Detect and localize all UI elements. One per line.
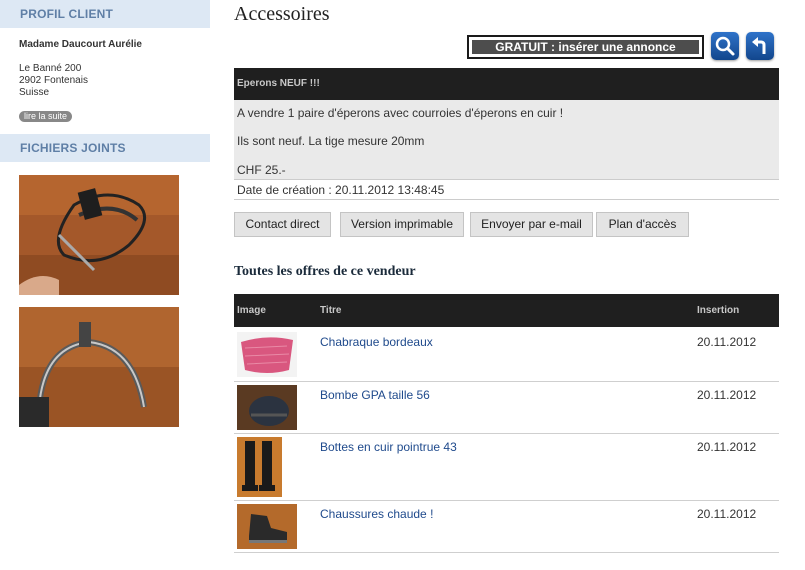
table-row[interactable]: Chabraque bordeaux 20.11.2012 — [234, 329, 779, 382]
send-email-button[interactable]: Envoyer par e-mail — [470, 212, 593, 237]
offer-image-boots[interactable] — [237, 437, 282, 497]
offer-title-link[interactable]: Chaussures chaude ! — [320, 507, 433, 521]
offer-image-helmet[interactable] — [237, 385, 297, 430]
search-button[interactable] — [711, 32, 739, 60]
ad-price: CHF 25.- — [237, 163, 286, 177]
creation-date: Date de création : 20.11.2012 13:48:45 — [237, 183, 445, 197]
page-title: Accessoires — [234, 3, 330, 25]
read-more-link[interactable]: lire la suite — [19, 111, 73, 122]
col-title: Titre — [320, 305, 342, 316]
search-icon — [715, 36, 735, 56]
printable-version-button[interactable]: Version imprimable — [340, 212, 464, 237]
insert-free-ad-label: GRATUIT : insérer une annonce — [472, 40, 699, 54]
back-arrow-icon — [752, 37, 766, 54]
offer-title-link[interactable]: Bottes en cuir pointrue 43 — [320, 440, 457, 454]
table-row[interactable]: Bombe GPA taille 56 20.11.2012 — [234, 382, 779, 434]
table-row[interactable]: Chaussures chaude ! 20.11.2012 — [234, 501, 779, 553]
ad-heading: Eperons NEUF !!! — [234, 68, 779, 100]
divider — [234, 199, 779, 200]
offer-date: 20.11.2012 — [697, 507, 757, 521]
profil-client-header: PROFIL CLIENT — [0, 0, 210, 28]
attachment-photo-2[interactable] — [19, 307, 179, 427]
seller-offers-title: Toutes les offres de ce vendeur — [234, 264, 416, 279]
col-image: Image — [237, 305, 266, 316]
address-line-2: 2902 Fontenais — [19, 75, 88, 86]
client-name: Madame Daucourt Aurélie — [19, 39, 142, 50]
offer-title-link[interactable]: Chabraque bordeaux — [320, 335, 433, 349]
insert-free-ad-button[interactable]: GRATUIT : insérer une annonce — [467, 35, 704, 59]
ad-description: A vendre 1 paire d'éperons avec courroie… — [234, 100, 779, 180]
offer-title-link[interactable]: Bombe GPA taille 56 — [320, 388, 430, 402]
sidebar: PROFIL CLIENT Madame Daucourt Aurélie Le… — [0, 0, 210, 570]
address-line-3: Suisse — [19, 87, 50, 98]
contact-direct-button[interactable]: Contact direct — [234, 212, 331, 237]
offer-date: 20.11.2012 — [697, 440, 757, 454]
offer-date: 20.11.2012 — [697, 388, 757, 402]
offer-date: 20.11.2012 — [697, 335, 757, 349]
offer-image-saddle-pad[interactable] — [237, 332, 297, 377]
attachment-photo-1[interactable] — [19, 175, 179, 295]
address-line-1: Le Banné 200 — [19, 63, 82, 74]
fichiers-joints-header: FICHIERS JOINTS — [0, 134, 210, 162]
offers-table-header: Image Titre Insertion — [234, 294, 779, 327]
back-button[interactable] — [746, 32, 774, 60]
ad-line-2: Ils sont neuf. La tige mesure 20mm — [237, 134, 425, 148]
access-map-button[interactable]: Plan d'accès — [596, 212, 689, 237]
offer-image-shoes[interactable] — [237, 504, 297, 549]
ad-line-1: A vendre 1 paire d'éperons avec courroie… — [237, 106, 564, 120]
col-insertion: Insertion — [697, 305, 740, 316]
table-row[interactable]: Bottes en cuir pointrue 43 20.11.2012 — [234, 434, 779, 501]
